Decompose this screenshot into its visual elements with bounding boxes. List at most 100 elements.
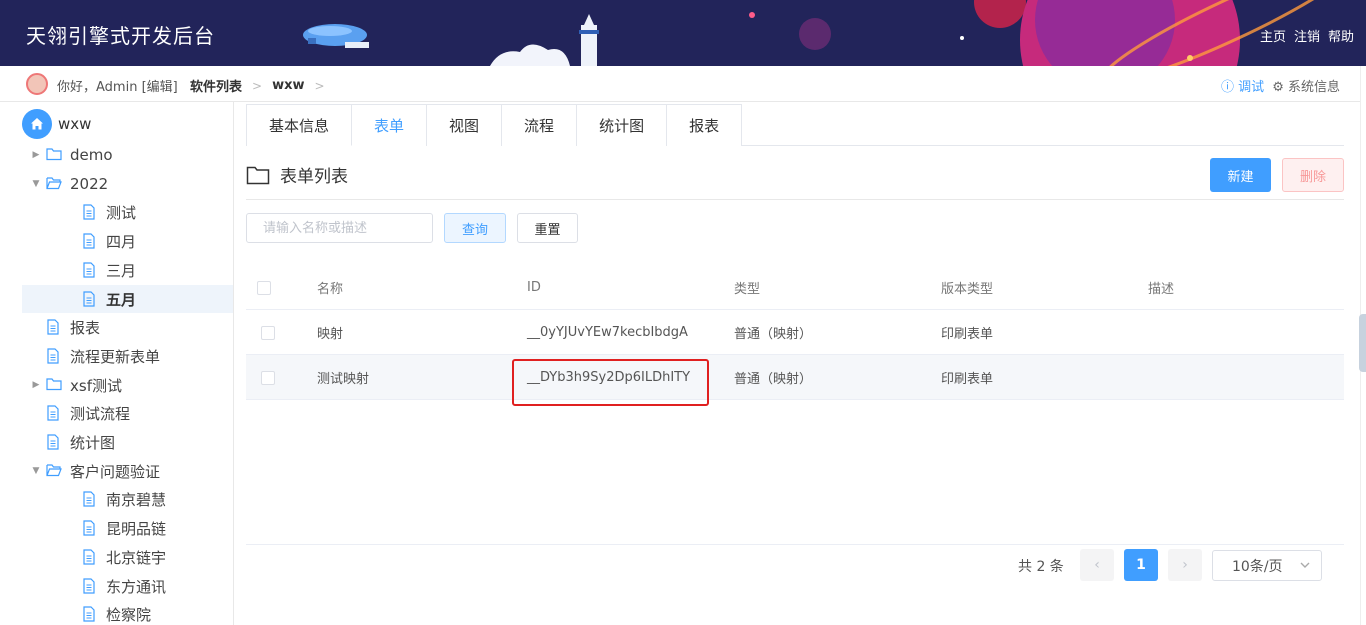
document-icon	[46, 405, 62, 421]
sidebar-item[interactable]: 东方通讯	[82, 572, 166, 600]
sidebar-item-label: 五月	[106, 290, 137, 309]
debug-link[interactable]: ⓘ 调试	[1221, 76, 1264, 95]
cell-type: 普通（映射）	[734, 327, 813, 342]
sidebar-item[interactable]: 昆明品链	[82, 514, 166, 542]
document-icon	[82, 549, 98, 565]
tab-views[interactable]: 视图	[426, 104, 503, 146]
reset-button[interactable]: 重置	[517, 213, 578, 243]
sidebar-item-label: 报表	[70, 318, 101, 337]
cell-type: 普通（映射）	[734, 372, 813, 387]
caret-right-icon[interactable]: ▶	[30, 380, 42, 390]
sidebar-item[interactable]: 三月	[82, 256, 136, 284]
sidebar-item[interactable]: 报表	[46, 313, 100, 341]
folder-icon	[46, 377, 62, 393]
row-checkbox[interactable]	[261, 370, 275, 385]
user-greeting[interactable]: 你好，Admin [编辑]	[57, 76, 178, 95]
app-title: 天翎引擎式开发后台	[26, 24, 215, 48]
system-info-link[interactable]: ⚙ 系统信息	[1272, 76, 1340, 95]
sidebar-item[interactable]: ▶ xsf测试	[30, 371, 122, 399]
folder-open-icon	[46, 176, 62, 192]
gear-icon: ⚙	[1272, 80, 1288, 95]
cell-version-type: 印刷表单	[941, 372, 994, 387]
table-row[interactable]: 测试映射 __DYb3h9Sy2Dp6ILDhITY 普通（映射） 印刷表单	[246, 355, 1344, 400]
page-size-select[interactable]: 10条/页	[1212, 550, 1322, 581]
caret-down-icon[interactable]: ▼	[30, 179, 42, 189]
sidebar-item[interactable]: 四月	[82, 227, 136, 255]
breadcrumb-current[interactable]: wxw	[272, 78, 304, 93]
prev-page-button[interactable]: ‹	[1080, 549, 1114, 581]
info-icon: ⓘ	[1221, 80, 1239, 95]
tab-charts[interactable]: 统计图	[576, 104, 668, 146]
sidebar-item[interactable]: 南京碧慧	[82, 485, 166, 513]
col-header-type: 类型	[734, 282, 761, 297]
tab-forms[interactable]: 表单	[351, 104, 428, 146]
document-icon	[82, 262, 98, 278]
chevron-right-icon: >	[314, 78, 325, 93]
tab-basic-info[interactable]: 基本信息	[246, 104, 353, 146]
sidebar-item[interactable]: 流程更新表单	[46, 342, 160, 370]
cell-id: __0yYJUvYEw7kecbIbdgA	[527, 325, 688, 340]
table-row[interactable]: 映射 __0yYJUvYEw7kecbIbdgA 普通（映射） 印刷表单	[246, 310, 1344, 355]
app-header: 天翎引擎式开发后台 主页 注销 帮助	[0, 0, 1366, 66]
divider	[246, 199, 1344, 200]
forms-table: 名称 ID 类型 版本类型 描述 映射 __0yYJUvYEw7kecbIbdg…	[246, 265, 1344, 400]
search-input[interactable]	[246, 213, 433, 243]
sidebar-item-label: 客户问题验证	[70, 462, 161, 481]
select-all-checkbox[interactable]	[257, 280, 271, 295]
sidebar-item[interactable]: 统计图	[46, 428, 115, 456]
document-icon	[46, 434, 62, 450]
caret-down-icon[interactable]: ▼	[30, 466, 42, 476]
row-checkbox[interactable]	[261, 325, 275, 340]
delete-button[interactable]: 删除	[1282, 158, 1344, 192]
collapse-handle[interactable]	[1359, 314, 1366, 372]
chevron-right-icon: >	[252, 78, 263, 93]
nav-help-link[interactable]: 帮助	[1328, 26, 1354, 45]
sidebar-item-label: 2022	[70, 175, 109, 193]
nav-home-link[interactable]: 主页	[1260, 26, 1286, 45]
chevron-left-icon: ‹	[1094, 557, 1100, 573]
sidebar-item-label: 四月	[106, 232, 137, 251]
tab-reports[interactable]: 报表	[666, 104, 743, 146]
document-icon	[46, 319, 62, 335]
next-page-button[interactable]: ›	[1168, 549, 1202, 581]
sidebar-item[interactable]: ▶ demo	[30, 141, 113, 169]
nav-logout-link[interactable]: 注销	[1294, 26, 1320, 45]
avatar	[26, 73, 48, 95]
col-header-version-type: 版本类型	[941, 282, 994, 297]
folder-icon	[46, 147, 62, 163]
document-icon	[82, 520, 98, 536]
chevron-right-icon: ›	[1182, 557, 1188, 573]
sidebar-item-label: 三月	[106, 261, 137, 280]
sidebar-item[interactable]: 检察院	[82, 600, 151, 625]
sidebar-item-label: demo	[70, 146, 113, 164]
sidebar-item[interactable]: ▼ 客户问题验证	[30, 457, 160, 485]
cell-id: __DYb3h9Sy2Dp6ILDhITY	[527, 370, 691, 385]
sidebar-item-label: 测试	[106, 203, 137, 222]
new-button[interactable]: 新建	[1210, 158, 1271, 192]
sidebar-item[interactable]: 北京链宇	[82, 543, 166, 571]
sidebar-root-label: wxw	[58, 115, 92, 133]
page-number-button[interactable]: 1	[1124, 549, 1158, 581]
sidebar-item-label: 北京链宇	[106, 548, 167, 567]
document-icon	[82, 291, 98, 307]
sidebar-item[interactable]: 五月	[22, 285, 233, 313]
pagination-total: 共 2 条	[1018, 559, 1064, 575]
sidebar-item-label: 东方通讯	[106, 577, 167, 596]
caret-right-icon[interactable]: ▶	[30, 150, 42, 160]
query-button[interactable]: 查询	[444, 213, 506, 243]
sidebar-item[interactable]: ▼ 2022	[30, 170, 109, 198]
folder-icon	[246, 166, 270, 184]
sidebar-item-label: 南京碧慧	[106, 490, 167, 509]
breadcrumb-software-list[interactable]: 软件列表	[190, 76, 242, 95]
tab-bar: 基本信息 表单 视图 流程 统计图 报表	[246, 104, 1344, 146]
divider	[246, 544, 1344, 545]
folder-open-icon	[46, 463, 62, 479]
sidebar-item[interactable]: 测试	[82, 198, 136, 226]
home-icon	[22, 109, 52, 139]
sidebar-item[interactable]: 测试流程	[46, 399, 130, 427]
tab-workflow[interactable]: 流程	[501, 104, 578, 146]
col-header-description: 描述	[1148, 282, 1175, 297]
section-title-label: 表单列表	[280, 167, 348, 187]
sidebar-root[interactable]: wxw	[22, 109, 91, 139]
document-icon	[82, 491, 98, 507]
